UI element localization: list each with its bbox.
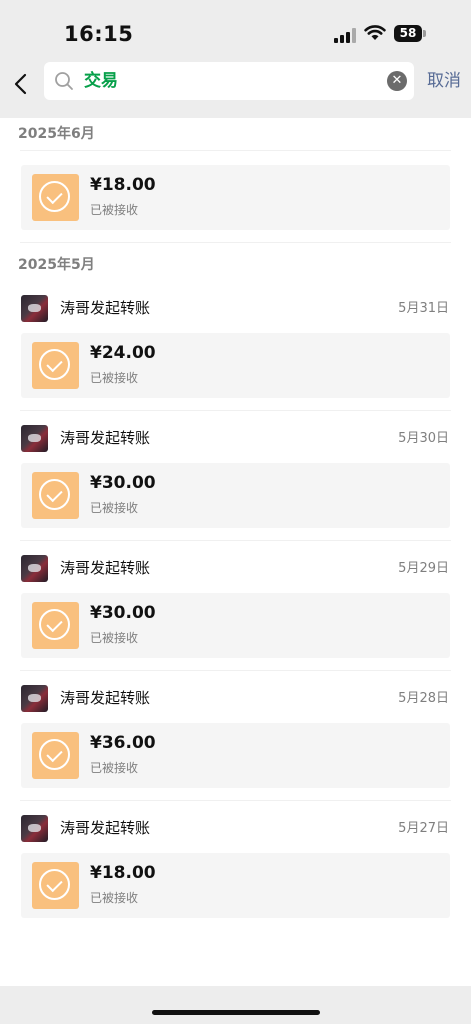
transfer-date: 5月27日 [398,821,449,836]
home-indicator[interactable] [152,1010,320,1015]
list-item[interactable]: 涛哥发起转账 5月30日 ¥30.00 已被接收 [0,411,471,541]
transfer-status: 已被接收 [90,203,139,217]
transfer-card[interactable]: ¥18.00 已被接收 [21,165,450,230]
cancel-button[interactable]: 取消 [427,62,461,100]
avatar[interactable] [21,815,48,842]
transfer-status: 已被接收 [90,891,139,905]
transfer-amount: ¥30.00 [90,603,156,623]
transfer-title: 涛哥发起转账 [60,689,151,707]
clear-icon[interactable]: ✕ [387,71,407,91]
search-query[interactable]: 交易 [84,62,118,100]
transfer-title: 涛哥发起转账 [60,299,151,317]
list-item[interactable]: 涛哥发起转账 5月31日 ¥24.00 已被接收 [0,281,471,411]
battery-icon: 58 [394,25,427,42]
transfer-date: 5月28日 [398,691,449,706]
wifi-icon [364,25,386,40]
transfer-amount: ¥18.00 [90,863,156,883]
transfer-card[interactable]: ¥30.00 已被接收 [21,463,450,528]
transfer-amount: ¥24.00 [90,343,156,363]
transfer-title: 涛哥发起转账 [60,559,151,577]
transfer-title: 涛哥发起转账 [60,429,151,447]
transfer-card[interactable]: ¥30.00 已被接收 [21,593,450,658]
divider [20,242,451,243]
status-bar: 16:15 58 [0,0,471,62]
transfer-amount: ¥18.00 [90,175,156,195]
transfer-amount: ¥36.00 [90,733,156,753]
status-time: 16:15 [64,22,134,46]
avatar[interactable] [21,555,48,582]
month-header: 2025年6月 [18,126,95,142]
transaction-list: 2025年6月 ¥18.00 已被接收 2025年5月 涛哥发起转账 5月31日… [0,118,471,986]
transfer-date: 5月29日 [398,561,449,576]
list-item[interactable]: 涛哥发起转账 5月27日 ¥18.00 已被接收 [0,801,471,918]
avatar[interactable] [21,685,48,712]
transfer-status: 已被接收 [90,761,139,775]
transfer-status: 已被接收 [90,371,139,385]
transfer-status: 已被接收 [90,501,139,515]
list-item[interactable]: 涛哥发起转账 5月29日 ¥30.00 已被接收 [0,541,471,671]
transfer-card[interactable]: ¥18.00 已被接收 [21,853,450,918]
list-item[interactable]: 涛哥发起转账 5月28日 ¥36.00 已被接收 [0,671,471,801]
month-header: 2025年5月 [18,257,95,273]
transfer-title: 涛哥发起转账 [60,819,151,837]
transfer-amount: ¥30.00 [90,473,156,493]
transfer-card[interactable]: ¥24.00 已被接收 [21,333,450,398]
transfer-date: 5月31日 [398,301,449,316]
check-icon [32,174,79,221]
search-header: 交易 ✕ 取消 [0,62,471,118]
back-icon[interactable] [10,68,32,100]
check-icon [32,342,79,389]
signal-icon [334,28,358,43]
check-icon [32,472,79,519]
transfer-status: 已被接收 [90,631,139,645]
avatar[interactable] [21,425,48,452]
avatar[interactable] [21,295,48,322]
search-icon [55,72,73,90]
check-icon [32,732,79,779]
battery-level: 58 [399,26,417,40]
transfer-date: 5月30日 [398,431,449,446]
search-input[interactable]: 交易 ✕ [44,62,414,100]
check-icon [32,602,79,649]
transfer-card[interactable]: ¥36.00 已被接收 [21,723,450,788]
check-icon [32,862,79,909]
